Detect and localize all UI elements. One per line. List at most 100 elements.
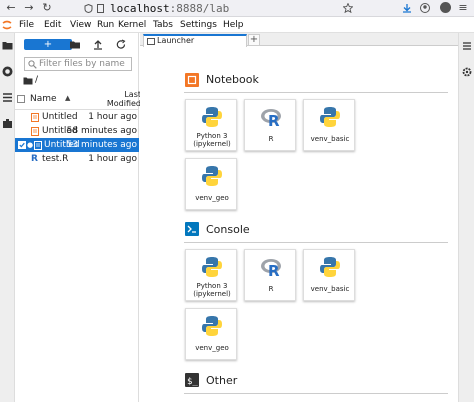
file-modified: 1 hour ago <box>88 112 137 122</box>
file-modified: 1 hour ago <box>88 154 137 164</box>
reload-icon[interactable]: ↻ <box>40 1 54 15</box>
file-row[interactable]: Untitled 1 hour ago <box>15 110 139 124</box>
url-path: :8888/lab <box>169 2 230 15</box>
file-modified: 53 minutes ago <box>66 140 137 150</box>
card-label: R <box>268 135 274 143</box>
select-all-checkbox-icon[interactable] <box>17 95 25 103</box>
shield-icon <box>84 4 93 13</box>
section-divider <box>184 92 448 93</box>
new-folder-icon[interactable] <box>69 39 81 50</box>
column-modified[interactable]: Last Modified <box>105 90 141 108</box>
card-label: Python 3 (ipykernel) <box>193 282 231 298</box>
launcher-tab-icon <box>147 38 155 45</box>
console-card-python3[interactable]: Python 3 (ipykernel) <box>185 249 237 301</box>
section-divider <box>184 242 448 243</box>
console-card-r[interactable]: R R <box>244 249 296 301</box>
console-section-title: Console <box>206 223 250 236</box>
menu-kernel[interactable]: Kernel <box>118 19 146 31</box>
notebook-section-title: Notebook <box>206 73 259 86</box>
app-menu-icon[interactable]: ≡ <box>456 1 470 15</box>
card-label: venv_basic <box>310 285 350 293</box>
url-bar[interactable]: localhost:8888/lab <box>78 1 356 16</box>
home-folder-icon[interactable] <box>23 76 33 85</box>
menu-tabs[interactable]: Tabs <box>153 19 173 31</box>
notebook-section-icon <box>185 73 199 87</box>
menu-view[interactable]: View <box>70 19 91 31</box>
menu-bar: File Edit View Run Kernel Tabs Settings … <box>0 17 474 33</box>
svg-text:R: R <box>268 112 280 128</box>
notebook-card-venv-geo[interactable]: venv_geo <box>185 158 237 210</box>
filter-placeholder: Filter files by name <box>39 59 125 69</box>
card-label: venv_geo <box>195 194 229 202</box>
other-section-title: Other <box>206 374 238 387</box>
file-row-selected[interactable]: ● Untitled 53 minutes ago <box>15 138 139 152</box>
python-icon <box>320 107 340 127</box>
checkbox-checked-icon[interactable] <box>18 141 26 149</box>
notebook-card-r[interactable]: R R <box>244 99 296 151</box>
url-host: localhost <box>110 2 170 15</box>
menu-help[interactable]: Help <box>223 19 244 31</box>
page-icon <box>97 4 104 13</box>
upload-icon[interactable] <box>92 39 104 50</box>
menu-edit[interactable]: Edit <box>44 19 61 31</box>
file-name: Untitled <box>42 112 78 122</box>
column-name[interactable]: Name <box>30 94 57 104</box>
r-icon: R <box>261 259 281 278</box>
right-sidebar <box>458 33 474 402</box>
account-icon[interactable] <box>420 3 430 13</box>
running-dot-icon: ● <box>27 141 34 149</box>
file-modified: 58 minutes ago <box>66 126 137 136</box>
section-divider <box>184 393 448 394</box>
file-browser-panel: + Filter files by name / Name ▲ Last Mod… <box>15 33 141 402</box>
bookmark-star-icon[interactable] <box>343 3 353 13</box>
menu-settings[interactable]: Settings <box>180 19 217 31</box>
jupyter-logo-icon <box>2 20 12 30</box>
python-icon <box>202 107 222 127</box>
console-section-icon <box>185 222 199 236</box>
forward-icon[interactable]: → <box>22 1 36 15</box>
card-label: R <box>268 285 274 293</box>
extensions-icon[interactable] <box>2 118 13 129</box>
python-icon <box>320 257 340 277</box>
svg-text:$_: $_ <box>187 377 198 387</box>
notebook-file-icon <box>31 127 39 136</box>
python-icon <box>202 316 222 336</box>
breadcrumb-root[interactable]: / <box>35 75 38 85</box>
other-section-icon: $_ <box>185 373 199 387</box>
notebook-file-icon <box>34 141 42 150</box>
notebook-card-venv-basic[interactable]: venv_basic <box>303 99 355 151</box>
file-list-header: Name ▲ Last Modified <box>15 90 141 110</box>
notebook-card-python3[interactable]: Python 3 (ipykernel) <box>185 99 237 151</box>
extension-icon[interactable] <box>440 2 451 13</box>
file-row[interactable]: Untitled 58 minutes ago <box>15 124 139 138</box>
console-card-venv-geo[interactable]: venv_geo <box>185 308 237 360</box>
left-activity-bar <box>0 33 15 402</box>
card-label: venv_geo <box>195 344 229 352</box>
refresh-icon[interactable] <box>115 39 127 50</box>
sort-arrow-icon: ▲ <box>65 94 71 102</box>
add-tab-button[interactable]: + <box>248 34 260 46</box>
table-of-contents-icon[interactable] <box>2 92 13 103</box>
r-file-icon: R <box>31 154 38 164</box>
download-icon[interactable] <box>402 3 412 13</box>
main-area: Launcher + Notebook Python 3 (ipykernel)… <box>140 33 474 402</box>
tab-bar: Launcher + <box>140 33 474 47</box>
back-icon[interactable]: ← <box>4 1 18 15</box>
file-row[interactable]: R test.R 1 hour ago <box>15 152 139 166</box>
tab-launcher-label: Launcher <box>157 36 195 45</box>
filter-files-input[interactable]: Filter files by name <box>24 57 132 71</box>
folder-icon[interactable] <box>2 40 13 51</box>
running-kernels-icon[interactable] <box>2 66 13 77</box>
tab-launcher[interactable]: Launcher <box>143 34 247 47</box>
new-launcher-button[interactable]: + <box>24 39 72 50</box>
search-icon <box>28 60 37 69</box>
debugger-gear-icon[interactable] <box>462 67 472 77</box>
menu-file[interactable]: File <box>19 19 34 31</box>
file-name: test.R <box>42 154 69 164</box>
console-card-venv-basic[interactable]: venv_basic <box>303 249 355 301</box>
svg-text:R: R <box>268 262 280 278</box>
menu-run[interactable]: Run <box>97 19 114 31</box>
card-label: venv_basic <box>310 135 350 143</box>
property-inspector-icon[interactable] <box>462 41 472 51</box>
card-label: Python 3 (ipykernel) <box>193 132 231 148</box>
